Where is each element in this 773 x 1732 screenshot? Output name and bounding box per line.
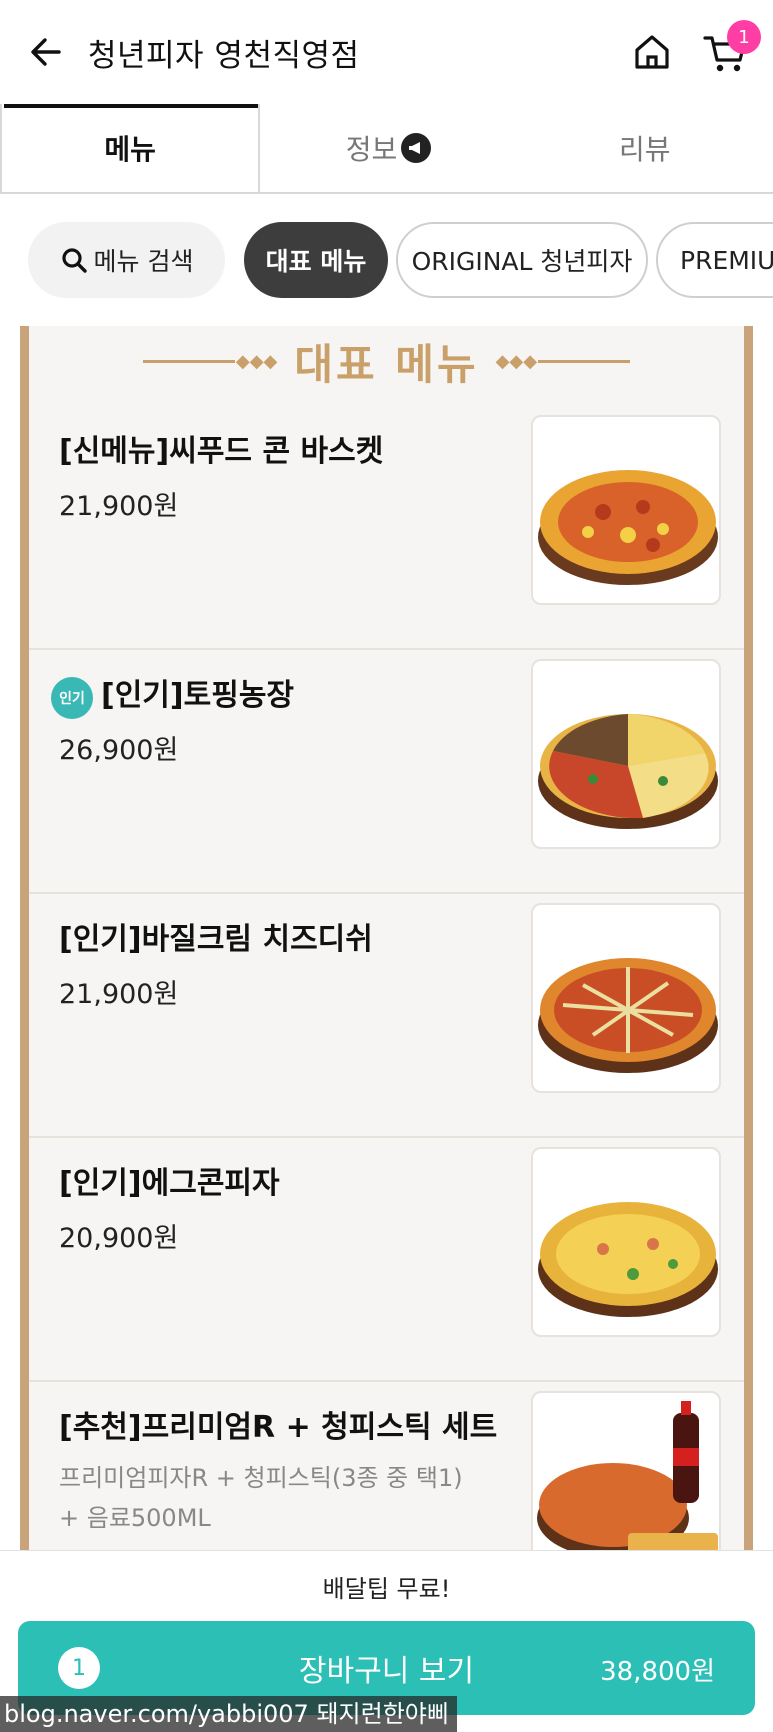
home-button[interactable] <box>630 30 674 74</box>
store-title: 청년피자 영천직영점 <box>88 38 360 74</box>
blog-watermark: blog.naver.com/yabbi007 돼지런한야삐 <box>0 1696 457 1732</box>
menu-item-description: 프리미엄피자R + 청피스틱(3종 중 택1) + 음료500ML <box>59 1464 463 1532</box>
menu-item[interactable]: [추천]프리미엄R + 청피스틱 세트 프리미엄피자R + 청피스틱(3종 중 … <box>29 1382 744 1550</box>
menu-item-image[interactable] <box>531 903 721 1093</box>
tab-menu[interactable]: 메뉴 <box>0 104 261 192</box>
home-icon <box>635 35 669 69</box>
back-button[interactable] <box>26 32 66 72</box>
menu-item-price: 21,900원 <box>59 979 179 1010</box>
tab-info[interactable]: 정보 <box>260 104 516 192</box>
menu-item[interactable]: [인기]에그콘피자 20,900원 <box>29 1138 744 1382</box>
menu-item-name: [신메뉴]씨푸드 콘 바스켓 <box>59 434 384 469</box>
delivery-tip-text: 배달팁 무료! <box>322 1575 451 1603</box>
megaphone-icon <box>401 133 432 163</box>
cart-item-count: 1 <box>58 1647 100 1689</box>
menu-item[interactable]: [인기]바질크림 치즈디쉬 21,900원 <box>29 894 744 1138</box>
menu-item-name: [추천]프리미엄R + 청피스틱 세트 <box>59 1410 498 1445</box>
menu-search-button[interactable]: 메뉴 검색 <box>28 222 225 298</box>
menu-item-image[interactable] <box>531 659 721 849</box>
chip-original[interactable]: ORIGINAL 청년피자 <box>396 222 648 298</box>
tab-review-label: 리뷰 <box>619 133 671 166</box>
menu-item-price: 26,900원 <box>59 735 179 766</box>
chip-premium[interactable]: PREMIUM <box>656 222 773 298</box>
menu-item[interactable]: [신메뉴]씨푸드 콘 바스켓 21,900원 <box>29 406 744 650</box>
store-tabs: 메뉴 정보 리뷰 <box>0 104 773 194</box>
pizza-set-image <box>537 1401 718 1550</box>
representative-menu-section: ◆◆◆ 대표 메뉴 ◆◆◆ [신메뉴]씨푸드 콘 바스켓 21,900원 인기 … <box>20 326 753 1550</box>
pizza-image <box>538 1202 718 1317</box>
tab-info-label: 정보 <box>345 133 398 166</box>
pizza-image <box>538 958 718 1073</box>
search-icon <box>61 248 87 273</box>
menu-item[interactable]: 인기 [인기]토핑농장 26,900원 <box>29 650 744 894</box>
menu-item-price: 20,900원 <box>59 1223 179 1254</box>
section-header: ◆◆◆ 대표 메뉴 ◆◆◆ <box>29 326 744 396</box>
pizza-image <box>538 470 718 585</box>
cart-total-price: 38,800원 <box>600 1657 715 1687</box>
menu-item-name: [인기]바질크림 치즈디쉬 <box>59 922 373 957</box>
tab-menu-label: 메뉴 <box>104 133 156 166</box>
arrow-left-icon <box>31 38 61 66</box>
popular-badge: 인기 <box>51 677 93 719</box>
app-header: 청년피자 영천직영점 1 <box>0 0 773 104</box>
menu-search-label: 메뉴 검색 <box>93 247 194 276</box>
left-ornament: ◆◆◆ <box>142 351 279 372</box>
menu-item-image[interactable] <box>531 415 721 605</box>
menu-item-price: 21,900원 <box>59 491 179 522</box>
menu-item-name: [인기]에그콘피자 <box>59 1166 280 1201</box>
pizza-image <box>538 714 718 829</box>
menu-item-image[interactable] <box>531 1391 721 1550</box>
section-title: 대표 메뉴 <box>294 339 479 389</box>
menu-item-image[interactable] <box>531 1147 721 1337</box>
cart-count-badge: 1 <box>727 20 761 54</box>
category-chips: 메뉴 검색 대표 메뉴 ORIGINAL 청년피자 PREMIUM <box>0 200 773 320</box>
tab-review[interactable]: 리뷰 <box>517 104 773 192</box>
menu-item-name: [인기]토핑농장 <box>101 678 295 713</box>
right-ornament: ◆◆◆ <box>495 351 631 372</box>
chip-representative-menu[interactable]: 대표 메뉴 <box>244 222 388 298</box>
